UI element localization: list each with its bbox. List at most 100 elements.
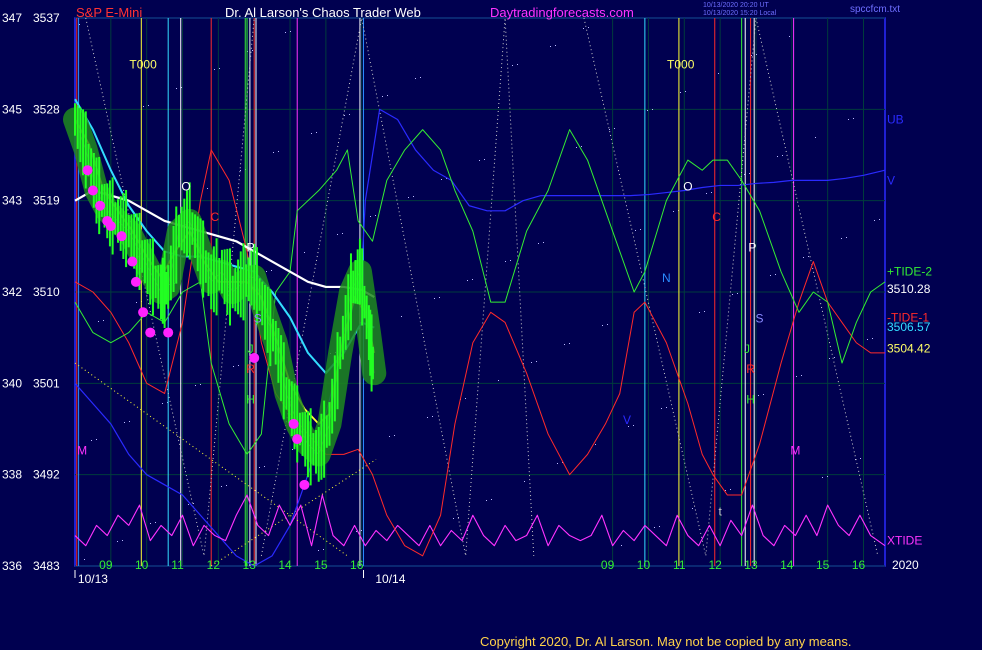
grid-speck	[654, 527, 655, 528]
grid-speck	[879, 219, 880, 220]
grid-speck	[427, 417, 428, 418]
grid-speck	[652, 109, 653, 110]
grid-speck	[155, 522, 156, 523]
grid-speck	[162, 403, 163, 404]
marker-label: T000	[667, 58, 695, 72]
grid-speck	[498, 380, 499, 381]
magenta-dot	[145, 327, 156, 338]
grid-speck	[510, 260, 511, 261]
grid-speck	[323, 549, 324, 550]
grid-speck	[607, 324, 608, 325]
grid-speck	[822, 477, 823, 478]
grid-speck	[467, 280, 468, 281]
grid-speck	[704, 311, 705, 312]
grid-speck	[387, 95, 388, 96]
grid-speck	[342, 233, 343, 234]
magenta-dot	[299, 479, 310, 490]
magenta-dot	[163, 327, 174, 338]
grid-speck	[581, 146, 582, 147]
marker-label: O	[181, 180, 190, 194]
grid-speck	[775, 274, 776, 275]
grid-speck	[706, 193, 707, 194]
grid-speck	[841, 238, 842, 239]
grid-speck	[853, 118, 854, 119]
x-hour-tick: 15	[314, 558, 328, 572]
grid-speck	[143, 106, 144, 107]
grid-speck	[91, 440, 92, 441]
grid-speck	[176, 88, 177, 89]
grid-speck	[569, 343, 570, 344]
magenta-dot	[288, 418, 299, 429]
grid-speck	[874, 220, 875, 221]
grid-speck	[732, 294, 733, 295]
x-hour-tick: 11	[171, 558, 184, 572]
magenta-dot	[138, 307, 149, 318]
marker-label: C	[712, 210, 721, 224]
grid-speck	[680, 92, 681, 93]
grid-speck	[103, 320, 104, 321]
magenta-dot	[105, 221, 116, 232]
series-lines	[74, 98, 886, 567]
x-hour-tick: 09	[601, 558, 615, 572]
file-name: spccfcm.txt	[850, 4, 901, 15]
grid-speck	[434, 298, 435, 299]
grid-speck	[583, 28, 584, 29]
grid-speck	[872, 338, 873, 339]
grid-speck	[264, 466, 265, 467]
tide1-line	[74, 149, 885, 557]
marker-label: J	[248, 342, 254, 356]
chaos-trader-chart: T000 T000O OC CP PNS SJ JR RH HVM MtUBV+TIDE-2351…	[2, 11, 932, 586]
grid-speck	[361, 530, 362, 531]
grid-speck	[685, 91, 686, 92]
grid-speck	[517, 64, 518, 65]
marker-label: C	[210, 210, 219, 224]
timestamp-local: 10/13/2020 15:20 Local	[703, 10, 777, 17]
y-outer-tick: 342	[2, 285, 22, 299]
ub-line	[74, 108, 886, 567]
marker-label: O	[683, 180, 692, 194]
marker-label: S	[756, 311, 764, 325]
grid-speck	[266, 271, 267, 272]
marker-label: S	[254, 311, 262, 325]
grid-speck	[718, 73, 719, 74]
grid-speck	[827, 476, 828, 477]
y-inner-tick: 3528	[33, 102, 60, 116]
grid-speck	[659, 526, 660, 527]
grid-speck	[550, 46, 551, 47]
y-inner-tick: 3519	[33, 194, 60, 208]
grid-speck	[576, 147, 577, 148]
x-hour-tick: 09	[99, 558, 113, 572]
grid-speck	[538, 243, 539, 244]
magenta-dot	[292, 434, 303, 445]
grid-speck	[214, 69, 215, 70]
marker-label: P	[748, 240, 756, 254]
grid-speck	[382, 96, 383, 97]
grid-speck	[531, 362, 532, 363]
grid-speck	[602, 325, 603, 326]
grid-speck	[815, 137, 816, 138]
grid-speck	[370, 216, 371, 217]
x-hour-tick: 16	[852, 558, 866, 572]
grid-speck	[479, 160, 480, 161]
marker-label: M	[790, 443, 800, 457]
marker-label: M	[77, 443, 87, 457]
grid-speck	[98, 321, 99, 322]
x-hour-tick: 14	[780, 558, 794, 572]
grid-speck	[193, 503, 194, 504]
x-hour-tick: 14	[278, 558, 292, 572]
grid-speck	[635, 230, 636, 231]
x-hour-tick: 10	[135, 558, 149, 572]
grid-speck	[801, 375, 802, 376]
y-outer-tick: 345	[2, 102, 22, 116]
grid-speck	[285, 32, 286, 33]
grid-speck	[595, 444, 596, 445]
grid-speck	[633, 425, 634, 426]
grid-speck	[491, 499, 492, 500]
grid-speck	[408, 197, 409, 198]
right-label: V	[887, 173, 895, 187]
grid-speck	[829, 358, 830, 359]
grid-speck	[413, 196, 414, 197]
right-label: 3510.28	[887, 282, 931, 296]
y-outer-tick: 336	[2, 559, 22, 573]
x-hour-tick: 12	[708, 558, 722, 572]
